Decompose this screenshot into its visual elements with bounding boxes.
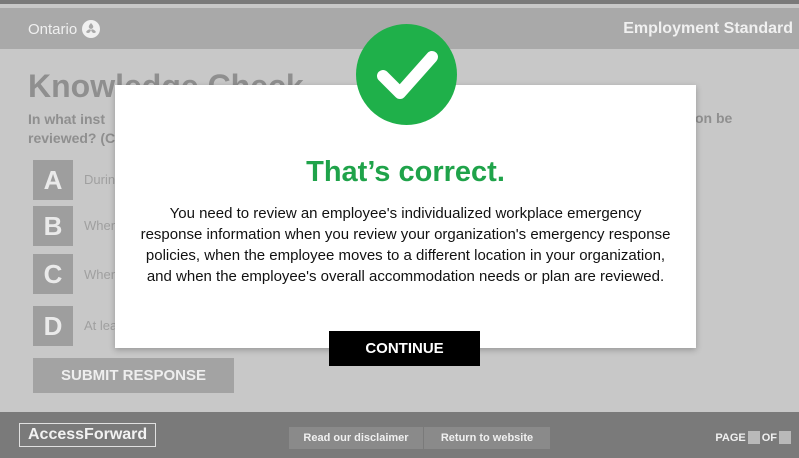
submit-response-button[interactable]: SUBMIT RESPONSE xyxy=(33,358,234,393)
accessforward-logo[interactable]: AccessForward xyxy=(19,423,157,447)
option-d-button[interactable]: D xyxy=(33,306,73,346)
footer: AccessForward Read our disclaimer Return… xyxy=(0,412,799,458)
option-a-text[interactable]: Durin xyxy=(84,172,115,187)
course-title: Employment Standard xyxy=(623,20,793,37)
option-b-text[interactable]: When xyxy=(84,218,118,233)
brand-text: Ontario xyxy=(28,20,78,38)
current-page-box xyxy=(747,431,760,444)
option-b-button[interactable]: B xyxy=(33,206,73,246)
disclaimer-link[interactable]: Read our disclaimer xyxy=(289,427,423,449)
continue-button[interactable]: CONTINUE xyxy=(329,331,480,366)
modal-body: You need to review an employee's individ… xyxy=(140,205,671,285)
option-a-button[interactable]: A xyxy=(33,160,73,200)
modal-title: That’s correct. xyxy=(306,156,505,188)
question-tail: on be xyxy=(695,110,733,126)
page-label: PAGE xyxy=(715,431,746,444)
option-c-text[interactable]: When xyxy=(84,267,118,282)
checkmark-icon xyxy=(356,24,457,125)
ontario-logo: Ontario xyxy=(28,20,101,38)
option-d-text[interactable]: At lea xyxy=(84,318,117,333)
total-pages-box xyxy=(779,431,791,444)
of-label: OF xyxy=(761,431,777,444)
trillium-icon xyxy=(82,20,101,38)
option-c-button[interactable]: C xyxy=(33,254,73,294)
page-indicator: PAGE OF xyxy=(715,431,791,444)
return-to-website-link[interactable]: Return to website xyxy=(424,427,550,449)
